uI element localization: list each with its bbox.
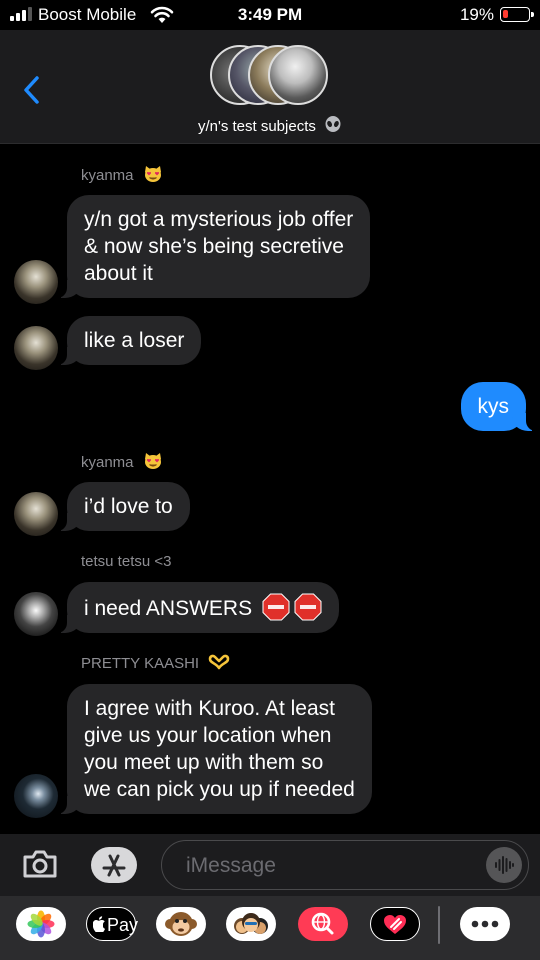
heart-eyes-cat-icon <box>144 453 161 469</box>
sender-label: PRETTY KAASHI <box>81 654 230 672</box>
message-line: like a loser <box>84 329 185 352</box>
battery-level <box>503 10 508 18</box>
message-line: we can pick you up if needed <box>84 778 355 801</box>
stop-sign-icon <box>294 593 322 621</box>
message-thread[interactable]: kyanma y/n got a mysterious job offer & … <box>0 144 540 834</box>
photos-icon <box>27 910 55 938</box>
message-line: & now she’s being secretive <box>84 235 344 258</box>
sender-label: kyanma <box>81 165 163 184</box>
search-images-button[interactable] <box>298 907 348 941</box>
app-drawer-divider <box>438 906 440 944</box>
more-apps-button[interactable] <box>460 907 510 941</box>
heart-hands-icon <box>208 654 230 670</box>
animoji-app-button[interactable] <box>156 907 206 941</box>
message-line: I agree with Kuroo. At least <box>84 697 335 720</box>
message-input-placeholder: iMessage <box>186 854 276 877</box>
message-line: i’d love to <box>84 495 173 518</box>
message-bubble-incoming[interactable]: like a loser <box>56 316 202 365</box>
message-line: y/n got a mysterious job offer <box>84 208 354 231</box>
heart-eyes-cat-icon <box>144 166 161 182</box>
message-bubble-incoming[interactable]: y/n got a mysterious job offer & now she… <box>56 195 371 298</box>
message-input[interactable]: iMessage <box>161 840 529 890</box>
sender-avatar[interactable] <box>14 260 58 304</box>
sender-name: PRETTY KAASHI <box>81 655 200 672</box>
monkey-memoji-icon <box>165 912 197 936</box>
message-text: i need ANSWERS <box>84 593 322 622</box>
sender-avatar[interactable] <box>14 492 58 536</box>
conversation-header: y/n's test subjects <box>0 30 540 144</box>
status-bar: Boost Mobile 3:49 PM 19% <box>0 0 540 30</box>
message-bubble-outgoing[interactable]: kys <box>460 382 536 431</box>
group-avatar-stack[interactable] <box>210 45 330 107</box>
group-member-avatar <box>268 45 328 105</box>
apple-logo-icon <box>93 916 105 932</box>
camera-icon[interactable] <box>22 849 58 879</box>
sender-label: kyanma <box>81 452 163 471</box>
sender-avatar[interactable] <box>14 326 58 370</box>
sender-name: kyanma <box>81 167 134 184</box>
message-bubble-incoming[interactable]: i’d love to <box>57 482 190 531</box>
memoji-icon <box>234 913 268 934</box>
message-line: give us your location when <box>84 724 332 747</box>
sender-avatar[interactable] <box>14 774 58 818</box>
app-drawer: Pay <box>0 896 540 960</box>
message-text: I agree with Kuroo. At least give us you… <box>84 695 355 803</box>
message-text: y/n got a mysterious job offer & now she… <box>84 206 353 287</box>
web-search-icon <box>311 912 334 935</box>
group-name: y/n's test subjects <box>197 118 316 135</box>
app-store-icon <box>102 854 126 877</box>
audio-message-button[interactable] <box>486 847 522 883</box>
message-bubble-incoming[interactable]: i need ANSWERS <box>57 582 339 633</box>
sender-name: tetsu tetsu <3 <box>81 553 172 570</box>
photos-app-button[interactable] <box>16 907 66 941</box>
message-line: kys <box>477 395 510 418</box>
sender-name: kyanma <box>81 454 134 471</box>
sender-label: tetsu tetsu <3 <box>81 553 171 570</box>
compose-bar: iMessage <box>0 834 540 896</box>
stop-sign-icon <box>262 593 290 621</box>
message-line: you meet up with them so <box>84 751 324 774</box>
message-line: about it <box>84 262 153 285</box>
battery-percent: 19% <box>459 5 494 24</box>
waveform-icon <box>495 856 514 874</box>
battery-icon <box>500 7 534 22</box>
memoji-app-button[interactable] <box>226 907 276 941</box>
message-line: i need ANSWERS <box>84 597 253 620</box>
apple-pay-button[interactable]: Pay <box>86 907 139 941</box>
sender-avatar[interactable] <box>14 592 58 636</box>
apple-pay-label: Pay <box>107 915 139 935</box>
alien-icon <box>325 116 341 132</box>
digital-touch-icon <box>384 915 406 934</box>
digital-touch-button[interactable] <box>370 907 420 941</box>
group-title[interactable]: y/n's test subjects <box>0 116 540 135</box>
message-bubble-incoming[interactable]: I agree with Kuroo. At least give us you… <box>57 684 372 814</box>
more-apps-icon <box>471 920 499 928</box>
back-chevron-icon[interactable] <box>22 75 40 105</box>
app-store-button[interactable] <box>91 847 137 883</box>
